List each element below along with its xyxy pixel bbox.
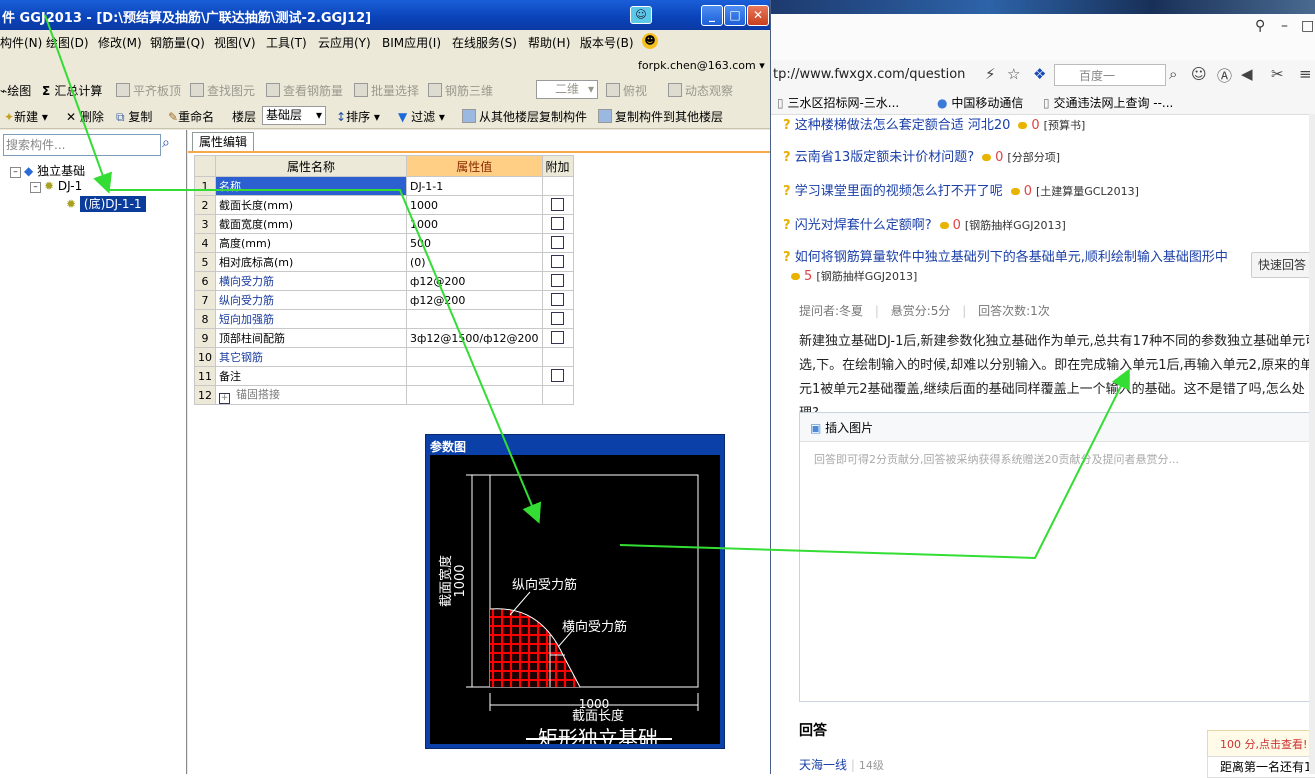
annotation-arrow-2 [108, 189, 542, 524]
annotation-arrow-1 [44, 14, 112, 194]
annotation-arrow-3 [619, 368, 1130, 560]
annotation-overlay [44, 14, 1130, 560]
